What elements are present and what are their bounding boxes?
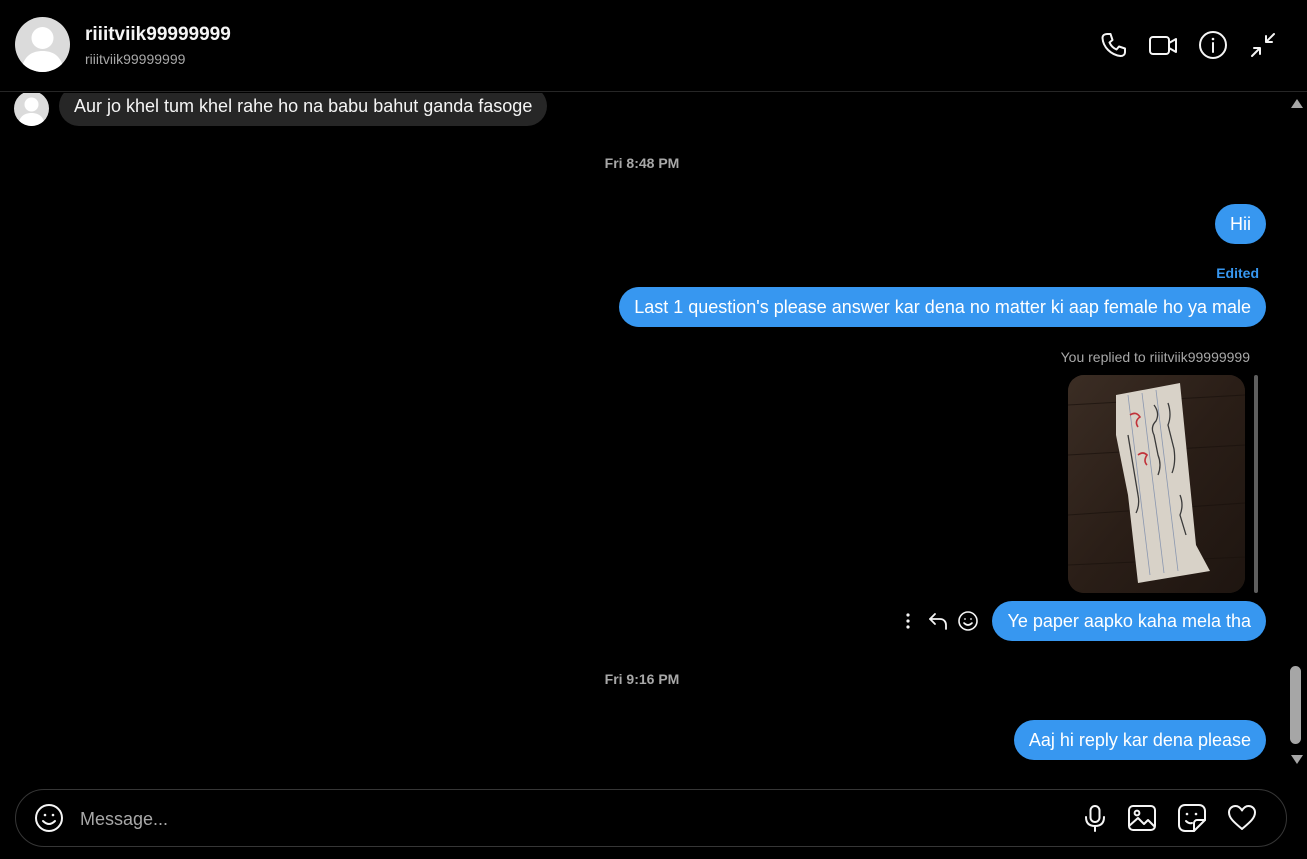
emoji-icon[interactable] — [34, 803, 64, 833]
microphone-icon[interactable] — [1080, 803, 1110, 833]
thread-scrollbar[interactable] — [1287, 93, 1307, 770]
reply-icon[interactable] — [927, 610, 949, 632]
reply-indicator-bar — [1254, 375, 1258, 593]
collapse-icon[interactable] — [1248, 30, 1278, 60]
image-icon[interactable] — [1127, 803, 1157, 833]
replied-photo-preview[interactable] — [1068, 375, 1245, 593]
video-camera-icon[interactable] — [1148, 30, 1178, 60]
sender-avatar[interactable] — [14, 93, 49, 126]
timestamp: Fri 9:16 PM — [604, 671, 680, 687]
heart-icon[interactable] — [1227, 803, 1257, 833]
contact-username: riiitviik99999999 — [85, 51, 186, 67]
message-thread: Aur jo khel tum khel rahe ho na babu bah… — [0, 93, 1287, 770]
phone-icon[interactable] — [1098, 30, 1128, 60]
scroll-down-arrow-icon[interactable] — [1291, 755, 1303, 764]
default-avatar-icon — [18, 97, 45, 126]
info-icon[interactable] — [1198, 30, 1228, 60]
message-bubble-incoming[interactable]: Aur jo khel tum khel rahe ho na babu bah… — [59, 93, 548, 126]
message-bubble-outgoing[interactable]: Aaj hi reply kar dena please — [1013, 720, 1266, 760]
message-bubble-outgoing[interactable]: Last 1 question's please answer kar dena… — [619, 287, 1266, 327]
sticker-icon[interactable] — [1177, 803, 1207, 833]
message-input[interactable] — [78, 804, 1072, 834]
contact-name[interactable]: riiitviik99999999 — [85, 24, 231, 46]
edited-label[interactable]: Edited — [1216, 265, 1259, 281]
message-bubble-outgoing[interactable]: Ye paper aapko kaha mela tha — [992, 601, 1266, 641]
scroll-up-arrow-icon[interactable] — [1291, 99, 1303, 108]
message-composer — [15, 789, 1287, 847]
scrollbar-thumb[interactable] — [1290, 666, 1301, 744]
reply-context-label: You replied to riiitviik99999999 — [1060, 349, 1250, 365]
message-bubble-outgoing[interactable]: Hii — [1215, 204, 1266, 244]
timestamp: Fri 8:48 PM — [604, 155, 680, 171]
avatar[interactable] — [15, 17, 70, 72]
chat-header: riiitviik99999999 riiitviik99999999 — [0, 0, 1307, 92]
emoji-react-icon[interactable] — [957, 610, 979, 632]
more-options-icon[interactable] — [897, 610, 919, 632]
default-avatar-icon — [21, 27, 64, 72]
